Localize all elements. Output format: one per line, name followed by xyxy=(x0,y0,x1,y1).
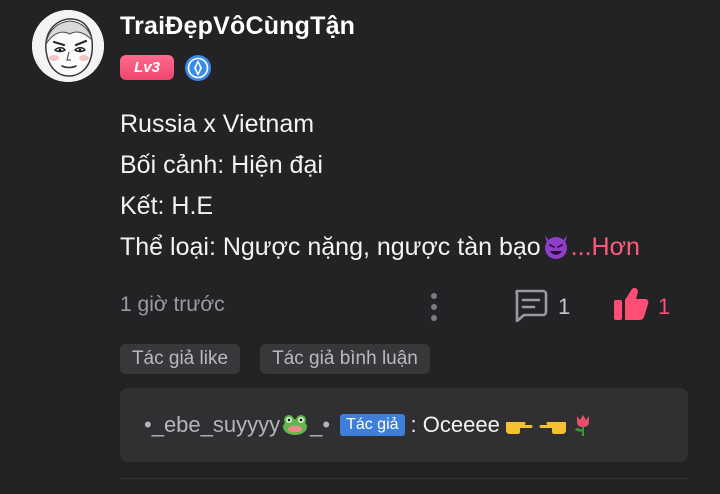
reply-username[interactable]: •_ebe_suyyyy _• xyxy=(144,412,330,438)
author-badge: Tác giả xyxy=(340,414,405,436)
comment-icon[interactable] xyxy=(512,288,548,322)
author-commented-tag: Tác giả bình luận xyxy=(260,344,430,374)
reply-text: : Oceeee xyxy=(411,412,594,438)
post-line-ending: Kết: H.E xyxy=(120,192,214,220)
reply-message: Oceeee xyxy=(422,412,500,437)
username[interactable]: TraiĐẹpVôCùngTận xyxy=(120,12,355,41)
avatar[interactable] xyxy=(32,10,104,82)
comment-count: 1 xyxy=(558,294,571,319)
reply-separator: : xyxy=(410,412,417,437)
more-options-icon[interactable] xyxy=(428,292,440,322)
author-liked-tag: Tác giả like xyxy=(120,344,240,374)
reply-username-text: •_ebe_suyyyy xyxy=(144,412,281,437)
frog-emoji-icon xyxy=(283,415,308,435)
pointing-left-hand-emoji-icon xyxy=(539,422,566,434)
post-content[interactable]: Russia x Vietnam Bối cảnh: Hiện đại Kết:… xyxy=(120,104,640,268)
post-line-setting: Bối cảnh: Hiện đại xyxy=(120,151,323,179)
post-line-title: Russia x Vietnam xyxy=(120,110,315,138)
avatar-face-image xyxy=(32,10,104,82)
post-line-genre-text: Thể loại: Ngược nặng, ngược tàn bạo xyxy=(120,233,541,261)
author-reply-box[interactable]: •_ebe_suyyyy _• Tác giả : Oceeee xyxy=(120,388,688,462)
thumbs-up-icon[interactable] xyxy=(612,286,650,322)
smiling-devil-emoji-icon xyxy=(544,235,567,259)
reply-row: •_ebe_suyyyy _• Tác giả : Oceeee xyxy=(144,410,594,440)
read-more-link[interactable]: ...Hơn xyxy=(571,233,640,261)
rank-badge-icon xyxy=(185,55,211,81)
reply-username-suffix: _• xyxy=(310,412,331,437)
like-count: 1 xyxy=(658,294,671,319)
level-badge: Lv3 xyxy=(120,55,174,80)
pointing-right-hand-emoji-icon xyxy=(505,422,533,434)
post-line-genre: Thể loại: Ngược nặng, ngược tàn bạo ...H… xyxy=(120,227,640,268)
tulip-emoji-icon xyxy=(574,415,589,436)
section-divider xyxy=(120,478,688,479)
post-timestamp: 1 giờ trước xyxy=(120,293,225,316)
